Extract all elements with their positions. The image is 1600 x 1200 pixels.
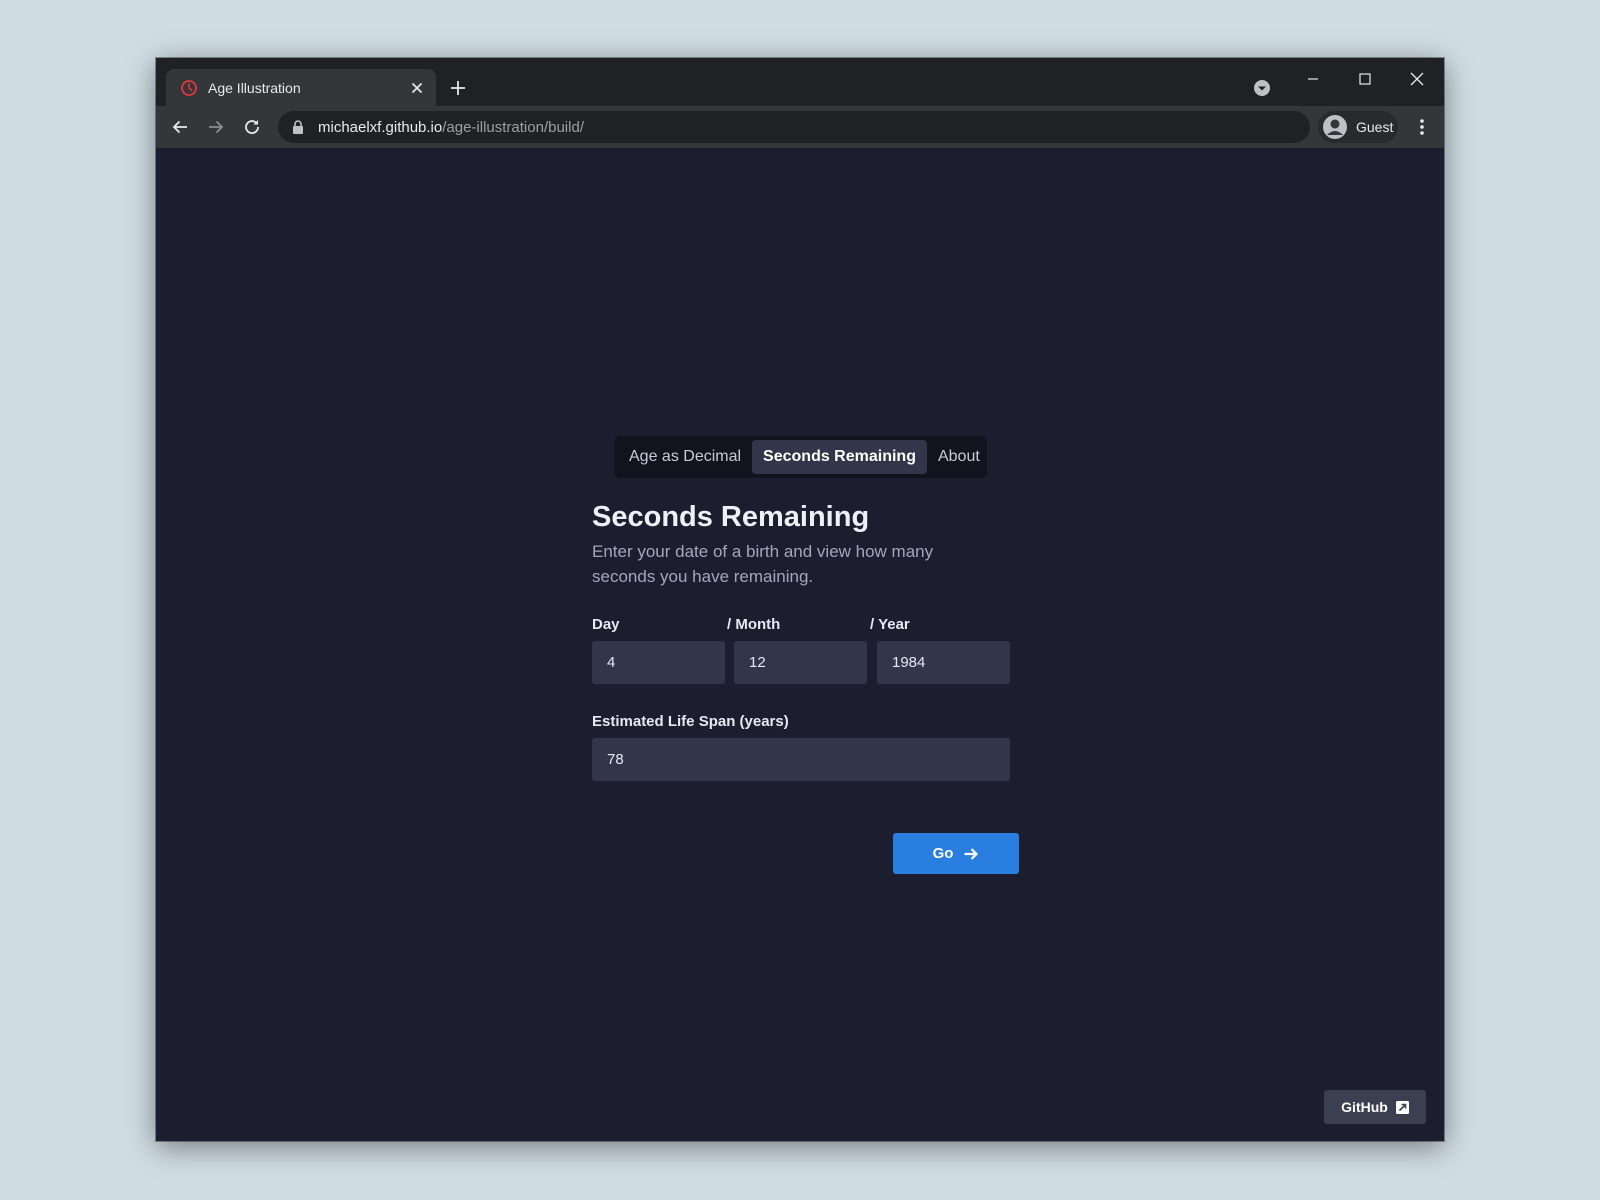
go-button[interactable]: Go bbox=[893, 833, 1019, 874]
avatar-icon bbox=[1323, 115, 1347, 139]
lifespan-row: Estimated Life Span (years) bbox=[592, 713, 1010, 781]
reload-icon bbox=[245, 120, 259, 134]
day-input[interactable] bbox=[592, 641, 725, 684]
browser-menu-button[interactable] bbox=[1410, 112, 1434, 142]
lifespan-input[interactable] bbox=[592, 738, 1010, 781]
page-subtitle: Enter your date of a birth and view how … bbox=[592, 542, 934, 586]
forward-button[interactable] bbox=[201, 112, 231, 142]
address-bar[interactable]: michaelxf.github.io/age-illustration/bui… bbox=[278, 111, 1310, 143]
arrow-left-icon bbox=[172, 120, 187, 134]
page-content: Age as Decimal Seconds Remaining About S… bbox=[156, 148, 1444, 1141]
plus-icon bbox=[451, 81, 465, 95]
month-input[interactable] bbox=[734, 641, 867, 684]
go-button-label: Go bbox=[932, 845, 954, 862]
lock-icon[interactable] bbox=[292, 119, 306, 135]
github-label: GitHub bbox=[1341, 1099, 1388, 1115]
lifespan-label: Estimated Life Span (years) bbox=[592, 713, 789, 730]
day-label: Day bbox=[592, 616, 620, 633]
new-tab-button[interactable] bbox=[446, 76, 470, 100]
external-link-icon bbox=[1395, 1100, 1409, 1114]
tab-title: Age Illustration bbox=[208, 79, 301, 96]
url-path: /age-illustration/build/ bbox=[442, 118, 584, 136]
browser-tab[interactable]: Age Illustration bbox=[166, 69, 436, 106]
year-label: / Year bbox=[870, 616, 910, 633]
chevron-down-circle-icon bbox=[1254, 80, 1270, 96]
clock-icon bbox=[180, 79, 198, 97]
nav-tabs: Age as Decimal Seconds Remaining About bbox=[614, 436, 987, 478]
tab-age-as-decimal[interactable]: Age as Decimal bbox=[618, 440, 752, 474]
tab-search-button[interactable] bbox=[1252, 78, 1272, 98]
more-vertical-icon bbox=[1420, 119, 1424, 135]
minimize-icon bbox=[1308, 78, 1318, 80]
back-button[interactable] bbox=[165, 112, 195, 142]
date-of-birth-row: Day / Month / Year bbox=[592, 616, 1010, 684]
github-link[interactable]: GitHub bbox=[1324, 1090, 1426, 1124]
arrow-right-icon bbox=[209, 120, 224, 134]
seconds-remaining-form: Seconds Remaining Enter your date of a b… bbox=[592, 498, 1019, 874]
maximize-icon bbox=[1359, 73, 1371, 85]
browser-window: Age Illustration michaelxf.github.io /ag… bbox=[156, 58, 1444, 1141]
reload-button[interactable] bbox=[237, 112, 267, 142]
page-title: Seconds Remaining bbox=[592, 501, 870, 533]
profile-label: Guest bbox=[1356, 119, 1394, 135]
tab-about[interactable]: About bbox=[927, 440, 991, 474]
tab-seconds-remaining[interactable]: Seconds Remaining bbox=[752, 440, 927, 474]
url-host: michaelxf.github.io bbox=[318, 118, 443, 136]
arrow-right-icon bbox=[963, 846, 979, 862]
maximize-button[interactable] bbox=[1342, 62, 1388, 96]
profile-button[interactable]: Guest bbox=[1318, 111, 1398, 143]
tab-strip: Age Illustration bbox=[156, 58, 1444, 106]
close-tab-icon[interactable] bbox=[408, 79, 426, 97]
close-icon bbox=[1410, 72, 1424, 86]
minimize-button[interactable] bbox=[1290, 62, 1336, 96]
browser-toolbar: michaelxf.github.io/age-illustration/bui… bbox=[156, 106, 1444, 148]
close-window-button[interactable] bbox=[1394, 62, 1440, 96]
year-input[interactable] bbox=[877, 641, 1010, 684]
month-label: / Month bbox=[727, 616, 781, 633]
